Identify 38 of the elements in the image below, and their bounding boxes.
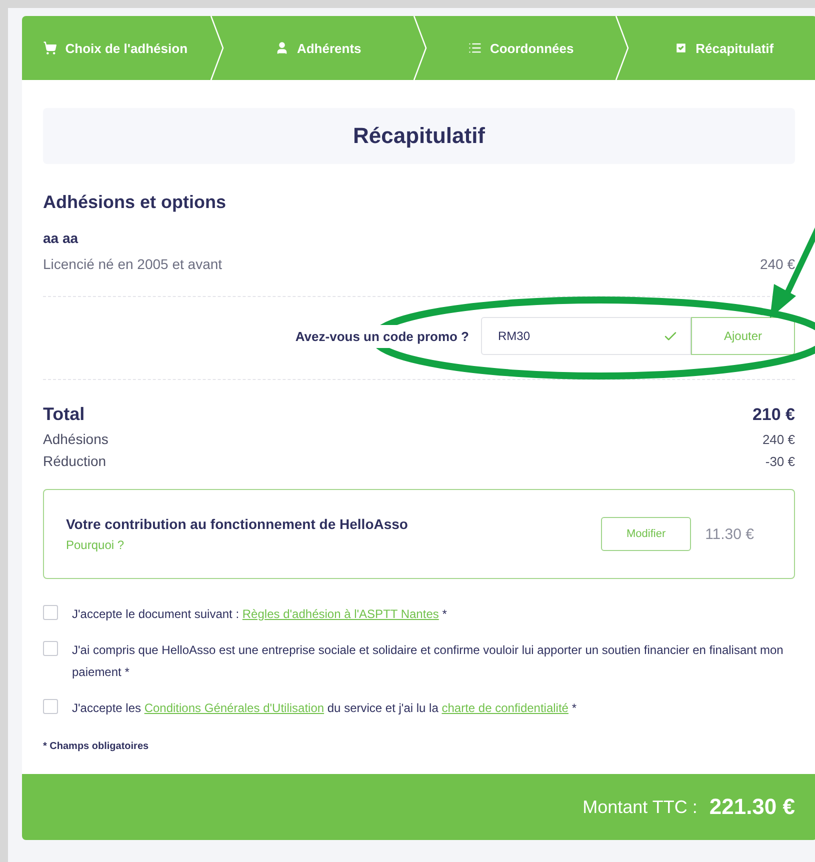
total-amount: 210 €	[752, 404, 795, 424]
step-tab[interactable]: Coordonnées	[428, 16, 614, 80]
checkbox[interactable]	[43, 605, 58, 620]
promo-label: Avez-vous un code promo ?	[295, 324, 469, 348]
checkbox[interactable]	[43, 699, 58, 714]
section-heading: Adhésions et options	[43, 192, 228, 213]
total-line-amount: -30 €	[765, 454, 795, 468]
terms-link[interactable]: Règles d'adhésion à l'ASPTT Nantes	[242, 607, 439, 621]
contribution-amount: 11.30 €	[705, 526, 754, 542]
consent-text: J'ai compris que HelloAsso est une entreprise sociale et solidaire et confirme vouloir lui apporter un soutien financier en finalisant mon paiement *	[72, 642, 784, 681]
total-line-label: Adhésions	[43, 431, 108, 447]
amount-label: Montant TTC :	[582, 796, 698, 818]
step-tab[interactable]: Récapitulatif	[630, 16, 815, 80]
checkbox[interactable]	[43, 641, 58, 656]
cart-icon	[43, 41, 58, 55]
promo-code-field[interactable]: RM30	[481, 317, 691, 355]
membership-price: 240 €	[760, 256, 795, 272]
total-line-label: Réduction	[43, 453, 106, 469]
check-icon	[674, 41, 688, 55]
step-tab[interactable]: Choix de l'adhésion	[22, 16, 209, 80]
total-line-amount: 240 €	[762, 432, 795, 446]
terms-link[interactable]: Conditions Générales d'Utilisation	[144, 701, 324, 715]
add-button[interactable]: Ajouter	[691, 317, 795, 355]
contribution-title: Votre contribution au fonctionnement de HelloAsso	[66, 516, 408, 532]
member-name: aa aa	[43, 230, 80, 246]
required-note: * Champs obligatoires	[43, 741, 149, 752]
step-tab[interactable]: Adhérents	[224, 16, 412, 80]
membership-label: Licencié né en 2005 et avant	[43, 256, 222, 272]
page-title: Récapitulatif	[43, 108, 795, 164]
modify-button[interactable]: Modifier	[601, 517, 692, 551]
terms-link[interactable]: charte de confidentialité	[442, 701, 568, 715]
why-link[interactable]: Pourquoi ?	[66, 538, 408, 552]
list-icon	[468, 41, 482, 55]
consent-text: J'accepte les Conditions Générales d'Utilisation du service et j'ai lu la charte de confidentialité *	[72, 700, 576, 717]
total-label: Total	[43, 404, 85, 425]
amount-total: 221.30 €	[709, 794, 795, 820]
user-icon	[274, 41, 289, 55]
consent-text: J'accepte le document suivant : Règles d'adhésion à l'ASPTT Nantes *	[72, 606, 447, 623]
